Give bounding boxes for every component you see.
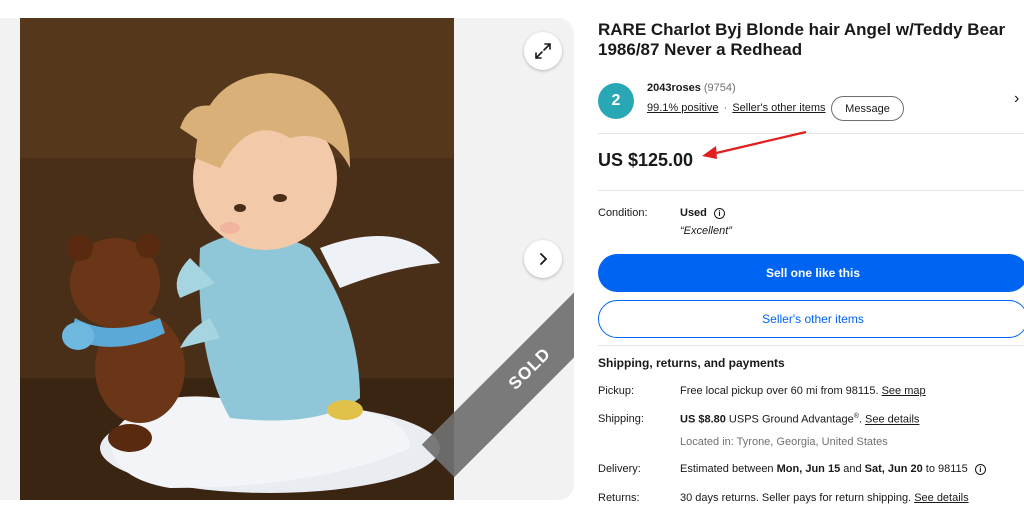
returns-see-details-link[interactable]: See details	[914, 492, 968, 504]
delivery-suffix: to 98115	[922, 463, 968, 475]
condition-note: “Excellent”	[680, 225, 732, 237]
sell-one-like-this-button[interactable]: Sell one like this	[598, 254, 1024, 292]
returns-text: 30 days returns. Seller pays for return …	[680, 492, 915, 504]
delivery-label: Delivery:	[598, 463, 641, 475]
chevron-right-icon	[540, 253, 548, 265]
image-gallery: SOLD	[0, 18, 574, 500]
info-icon[interactable]: i	[974, 463, 986, 475]
see-map-link[interactable]: See map	[882, 385, 926, 397]
angel-figurine-image	[20, 18, 454, 500]
info-icon[interactable]: i	[713, 207, 725, 219]
pickup-label: Pickup:	[598, 385, 635, 397]
shipping-method: USPS Ground Advantage	[725, 413, 854, 426]
sold-label: SOLD	[504, 343, 555, 394]
seller-name[interactable]: 2043roses	[647, 82, 701, 94]
seller-avatar[interactable]: 2	[598, 83, 634, 119]
sellers-other-items-button[interactable]: Seller's other items	[598, 300, 1024, 338]
separator-dot: ·	[723, 102, 728, 114]
shipping-price: US $8.80	[680, 413, 726, 426]
seller-feedback-count: (9754)	[703, 82, 736, 94]
shipping-see-details-link[interactable]: See details	[865, 414, 919, 426]
condition-label: Condition:	[598, 207, 648, 219]
returns-label: Returns:	[598, 492, 640, 504]
expand-arrows-icon	[535, 43, 551, 59]
condition-value: Used	[680, 207, 707, 219]
payment-icons-strip	[680, 519, 1000, 523]
seller-positive-link[interactable]: 99.1% positive	[647, 102, 719, 114]
next-image-button[interactable]	[524, 240, 562, 278]
delivery-and: and	[840, 463, 865, 475]
seller-card: 2 2043roses (9754) 99.1% positive · Sell…	[598, 82, 1024, 124]
annotation-arrow-icon	[702, 130, 807, 159]
shipping-section-title: Shipping, returns, and payments	[598, 356, 785, 370]
message-button[interactable]: Message	[831, 96, 904, 121]
divider	[598, 345, 1024, 346]
expand-image-button[interactable]	[524, 32, 562, 70]
product-photo[interactable]	[20, 18, 454, 500]
pickup-text: Free local pickup over 60 mi from 98115.	[680, 385, 882, 397]
seller-other-items-link[interactable]: Seller's other items	[732, 102, 825, 114]
delivery-start: Mon, Jun 15	[776, 463, 841, 475]
divider	[598, 133, 1024, 134]
price: US $125.00	[598, 150, 694, 170]
listing-title: RARE Charlot Byj Blonde hair Angel w/Ted…	[598, 20, 1006, 59]
located-in: Located in: Tyrone, Georgia, United Stat…	[680, 436, 888, 448]
shipping-label: Shipping:	[598, 413, 644, 425]
delivery-prefix: Estimated between	[680, 463, 777, 475]
delivery-end: Sat, Jun 20	[864, 463, 923, 475]
divider	[598, 190, 1024, 191]
chevron-right-icon[interactable]: ›	[1014, 90, 1019, 108]
